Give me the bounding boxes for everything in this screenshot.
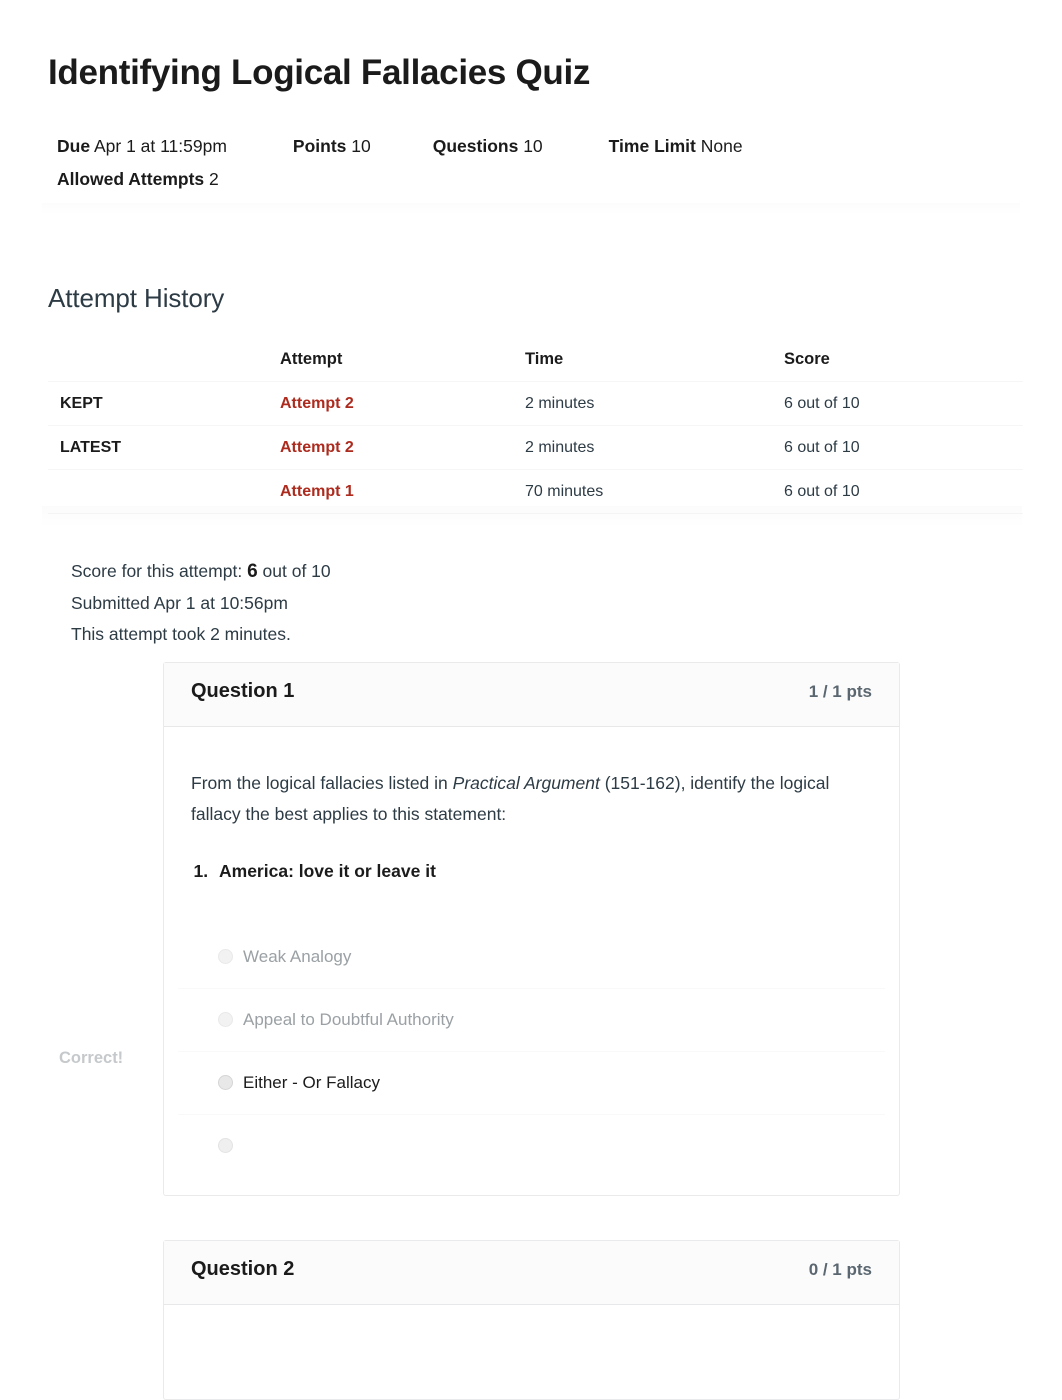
meta-allowed-attempts-value: 2 [209, 169, 219, 189]
attempt-time: 2 minutes [525, 438, 595, 456]
meta-due-label: Due [57, 136, 91, 156]
meta-time-limit: Time Limit None [609, 130, 743, 163]
answer-option-label: Either - Or Fallacy [243, 1073, 380, 1092]
question-1-prompt-source: Practical Argument [452, 773, 600, 793]
answer-option[interactable] [178, 1114, 885, 1177]
attempt-link[interactable]: Attempt 2 [280, 439, 354, 456]
attempt-score-prefix: Score for this attempt: [71, 561, 243, 581]
question-1-title: Question 1 [191, 680, 295, 702]
table-row: KEPT Attempt 2 2 minutes 6 out of 10 [48, 382, 1023, 426]
attempt-score-suffix: out of 10 [262, 561, 331, 581]
meta-allowed-attempts-label: Allowed Attempts [57, 169, 205, 189]
radio-button-icon[interactable] [218, 1138, 233, 1153]
question-1-points: 1 / 1 pts [808, 682, 872, 701]
radio-button-selected-icon[interactable] [218, 1075, 233, 1090]
meta-points: Points 10 [293, 130, 371, 163]
attempt-history-divider [42, 506, 1022, 528]
question-1-header: Question 1 1 / 1 pts [164, 663, 899, 727]
meta-due: Due Apr 1 at 11:59pm [57, 130, 227, 163]
attempt-link-cell: Attempt 2 [280, 382, 525, 426]
attempt-time: 2 minutes [525, 394, 595, 412]
column-header-score: Score [784, 350, 830, 368]
quiz-meta: Due Apr 1 at 11:59pm Points 10 Questions 1… [57, 130, 1017, 196]
meta-points-label: Points [292, 136, 347, 156]
attempt-summary: Score for this attempt: 6 out of 10 Subm… [71, 556, 331, 651]
attempt-history-heading: Attempt History [48, 283, 225, 313]
quiz-meta-row-1: Due Apr 1 at 11:59pm Points 10 Questions 1… [57, 130, 1017, 163]
question-card-1: Question 1 1 / 1 pts From the logical fa… [163, 662, 900, 1196]
question-1-prompt: From the logical fallacies listed in Pra… [191, 768, 872, 830]
question-2-title: Question 2 [191, 1258, 295, 1280]
meta-questions-value: 10 [523, 136, 543, 156]
attempt-submitted-line: Submitted Apr 1 at 10:56pm [71, 592, 288, 613]
table-row: LATEST Attempt 2 2 minutes 6 out of 10 [48, 426, 1023, 470]
attempt-link[interactable]: Attempt 2 [280, 395, 354, 412]
meta-time-limit-value: None [700, 136, 743, 156]
answer-option-label: Appeal to Doubtful Authority [243, 1010, 454, 1029]
attempt-score-value: 6 [247, 561, 258, 582]
header-divider [42, 203, 1020, 215]
quiz-results-page: Identifying Logical Fallacies Quiz Due A… [0, 0, 1062, 1400]
column-header-status [48, 338, 280, 382]
radio-button-icon[interactable] [218, 948, 233, 964]
attempt-status-badge: KEPT [60, 394, 103, 412]
attempt-link-cell: Attempt 2 [280, 426, 525, 470]
answer-option-label: Weak Analogy [243, 946, 352, 966]
question-2-body [164, 1305, 899, 1346]
meta-points-value: 10 [351, 136, 371, 156]
question-2-points: 0 / 1 pts [808, 1260, 872, 1279]
question-1-answers: Weak Analogy Appeal to Doubtful Authorit… [178, 925, 885, 1177]
answer-option[interactable]: Appeal to Doubtful Authority [178, 988, 885, 1051]
question-1-statement: America: love it or leave it [213, 857, 872, 885]
answer-correctness-flag: Correct! [59, 1049, 124, 1067]
meta-due-value: Apr 1 at 11:59pm [93, 136, 227, 156]
question-1-prompt-part1: From the logical fallacies listed in [191, 773, 453, 793]
attempt-duration-line: This attempt took 2 minutes. [71, 624, 291, 644]
column-header-attempt: Attempt [280, 350, 343, 368]
meta-allowed-attempts: Allowed Attempts 2 [57, 163, 219, 196]
meta-time-limit-label: Time Limit [608, 136, 696, 156]
question-2-header: Question 2 0 / 1 pts [164, 1241, 899, 1305]
attempt-score-line: Score for this attempt: 6 out of 10 [71, 556, 331, 588]
attempt-history-header-row: Attempt Time Score [48, 338, 1023, 382]
page-title: Identifying Logical Fallacies Quiz [48, 53, 591, 92]
column-header-time: Time [525, 350, 564, 368]
answer-option-selected[interactable]: Either - Or Fallacy [178, 1051, 885, 1114]
meta-questions: Questions 10 [433, 130, 543, 163]
question-1-body: From the logical fallacies listed in Pra… [164, 727, 899, 1177]
attempt-history-table: Attempt Time Score KEPT Attempt 2 2 minu… [48, 338, 1023, 514]
attempt-link[interactable]: Attempt 1 [280, 483, 354, 500]
answer-option[interactable]: Weak Analogy [178, 925, 885, 988]
attempt-history-tbody: KEPT Attempt 2 2 minutes 6 out of 10 LAT… [48, 382, 1023, 514]
meta-questions-label: Questions [432, 136, 519, 156]
attempt-history-thead: Attempt Time Score [48, 338, 1023, 382]
attempt-score: 6 out of 10 [784, 438, 860, 456]
attempt-status-badge: LATEST [60, 438, 122, 456]
radio-button-icon[interactable] [218, 1012, 233, 1027]
question-1-statement-list: America: love it or leave it [191, 857, 872, 885]
attempt-score: 6 out of 10 [784, 394, 860, 412]
question-card-2: Question 2 0 / 1 pts [163, 1240, 900, 1400]
quiz-meta-row-2: Allowed Attempts 2 [57, 163, 1017, 196]
